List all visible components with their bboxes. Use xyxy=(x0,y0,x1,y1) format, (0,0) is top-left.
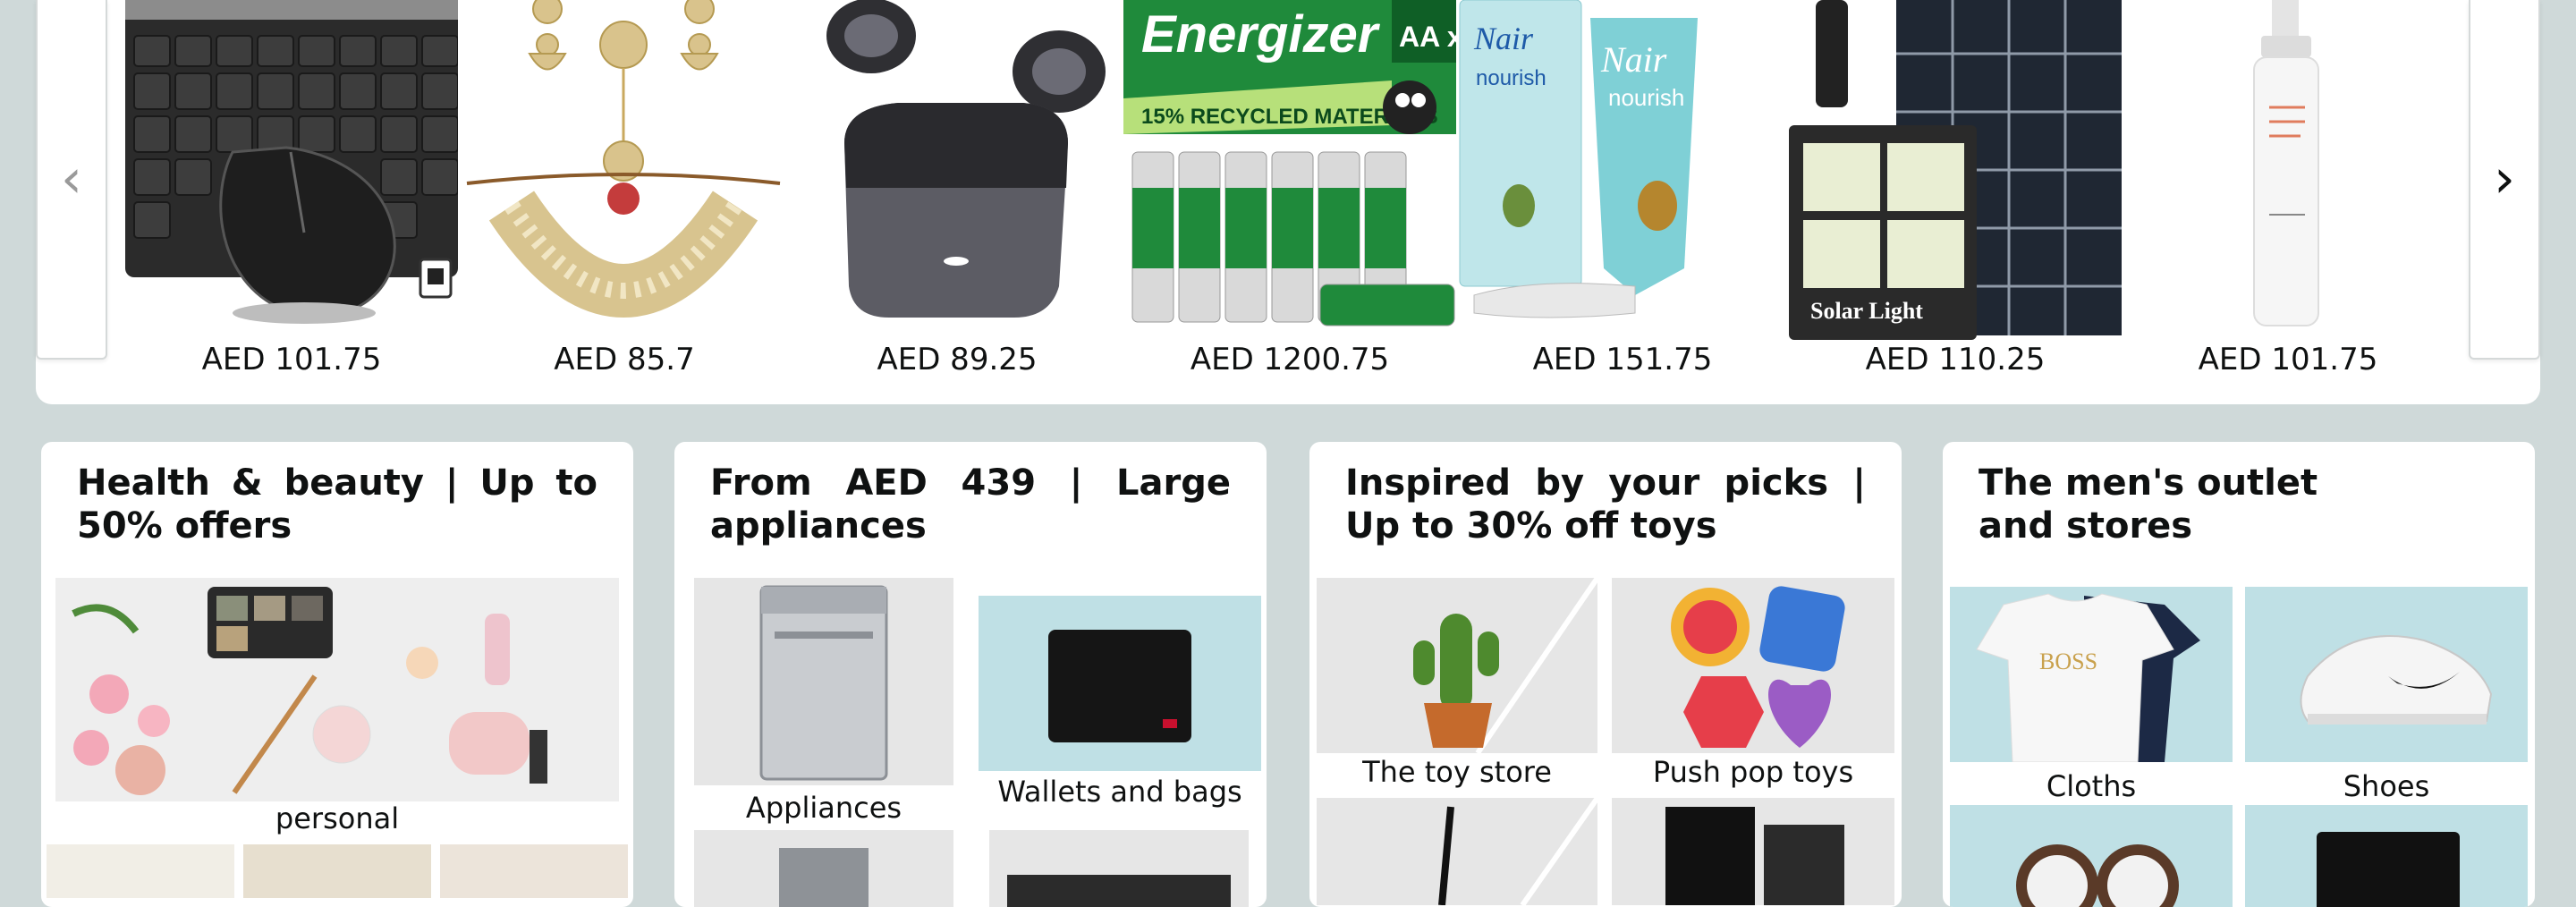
tile-thumb-selfie-stick[interactable] xyxy=(1317,798,1597,905)
pack-text: AA x8 xyxy=(1399,21,1456,53)
tile-label: Wallets and bags xyxy=(997,775,1242,809)
card-title[interactable]: Inspired by your picks | Up to 30% off t… xyxy=(1345,462,1866,547)
brand-text: BOSS xyxy=(2039,648,2097,674)
card-title[interactable]: The men's outlet and stores xyxy=(1979,462,2354,547)
tile-wallets-bags[interactable]: Wallets and bags xyxy=(979,596,1261,819)
carousel-item-keyboard[interactable]: AED 101.75 xyxy=(125,0,458,377)
product-price: AED 89.25 xyxy=(877,342,1038,377)
product-image-earbuds[interactable] xyxy=(791,0,1123,340)
card-toys: Inspired by your picks | Up to 30% off t… xyxy=(1309,442,1902,907)
tile-shoes[interactable]: Shoes xyxy=(2245,587,2528,801)
carousel-item-jewelry[interactable]: AED 85.7 xyxy=(458,0,791,377)
tile-label: The toy store xyxy=(1362,755,1552,789)
carousel-next-button[interactable]: › xyxy=(2469,0,2540,360)
product-image-solar-light[interactable]: Solar Light xyxy=(1789,0,2122,340)
product-carousel: ‹ AED 101.75 AED 85.7 AED 89.25 Energize… xyxy=(36,0,2540,404)
tile-cloths[interactable]: BOSS Cloths xyxy=(1950,587,2233,801)
label-text: Solar Light xyxy=(1810,298,1923,324)
tile-thumb-1[interactable] xyxy=(47,844,234,898)
tile-push-pop[interactable]: Push pop toys xyxy=(1612,578,1894,793)
variant-text: nourish xyxy=(1476,66,1546,90)
tile-label: Cloths xyxy=(2046,769,2137,801)
tile-label: Push pop toys xyxy=(1652,755,1854,789)
product-image-nair[interactable]: Nair nourish Nair nourish xyxy=(1456,0,1789,340)
tile-image-cloths[interactable]: BOSS xyxy=(1950,587,2233,762)
carousel-item-solar-light[interactable]: Solar Light AED 110.25 xyxy=(1789,0,2122,377)
card-large-appliances: From AED 439 | Large appliances Applianc… xyxy=(674,442,1267,907)
product-price: AED 1200.75 xyxy=(1190,342,1390,377)
carousel-item-earbuds[interactable]: AED 89.25 xyxy=(791,0,1123,377)
variant-text: nourish xyxy=(1608,84,1684,111)
product-image-jewelry[interactable] xyxy=(458,0,791,340)
carousel-item-shower-gel[interactable]: AED 101.75 xyxy=(2122,0,2454,377)
tile-label: personal xyxy=(275,801,400,835)
tile-image-toy-store[interactable] xyxy=(1317,578,1597,753)
card-title[interactable]: From AED 439 | Large appliances xyxy=(710,462,1231,547)
tile-image-shoes[interactable] xyxy=(2245,587,2528,762)
tile-thumb-lego[interactable] xyxy=(1612,798,1894,905)
brand-text: Nair xyxy=(1473,21,1534,56)
chevron-left-icon: ‹ xyxy=(61,148,82,210)
tile-image-appliances[interactable] xyxy=(694,578,953,785)
brand-text: Energizer xyxy=(1141,5,1381,64)
product-price: AED 85.7 xyxy=(554,342,695,377)
tile-image-push-pop[interactable] xyxy=(1612,578,1894,753)
product-price: AED 101.75 xyxy=(201,342,382,377)
product-image-batteries[interactable]: Energizer AA x8 15% RECYCLED MATERIALS xyxy=(1123,0,1456,340)
card-health-beauty: Health & beauty | Up to 50% offers perso… xyxy=(41,442,633,907)
carousel-item-nair[interactable]: Nair nourish Nair nourish AED 151.75 xyxy=(1456,0,1789,377)
tile-thumb-microwave[interactable] xyxy=(989,830,1249,907)
tile-label: Appliances xyxy=(745,791,902,825)
tile-image-personal[interactable] xyxy=(55,578,619,801)
tile-image-wallets[interactable] xyxy=(979,596,1261,771)
chevron-right-icon: › xyxy=(2494,148,2515,210)
tile-personal[interactable]: personal xyxy=(55,578,619,837)
product-price: AED 151.75 xyxy=(1532,342,1713,377)
tile-label: Shoes xyxy=(2343,769,2430,801)
tile-thumb-2[interactable] xyxy=(243,844,431,898)
tile-thumb-3[interactable] xyxy=(440,844,628,898)
tile-appliances[interactable]: Appliances xyxy=(694,578,953,828)
card-title[interactable]: Health & beauty | Up to 50% offers xyxy=(77,462,597,547)
tile-thumb-watches[interactable] xyxy=(1950,805,2233,907)
carousel-item-batteries[interactable]: Energizer AA x8 15% RECYCLED MATERIALS xyxy=(1123,0,1456,377)
tile-thumb-wallet[interactable] xyxy=(2245,805,2528,907)
tile-thumb-fridge[interactable] xyxy=(694,830,953,907)
brand-text: Nair xyxy=(1600,39,1667,80)
product-image-keyboard[interactable] xyxy=(125,0,458,340)
product-image-shower-gel[interactable] xyxy=(2122,0,2454,340)
product-price: AED 101.75 xyxy=(2198,342,2378,377)
product-price: AED 110.25 xyxy=(1865,342,2046,377)
carousel-prev-button[interactable]: ‹ xyxy=(36,0,107,360)
card-mens-outlet: The men's outlet and stores BOSS Cloths … xyxy=(1943,442,2535,907)
tile-toy-store[interactable]: The toy store xyxy=(1317,578,1597,793)
